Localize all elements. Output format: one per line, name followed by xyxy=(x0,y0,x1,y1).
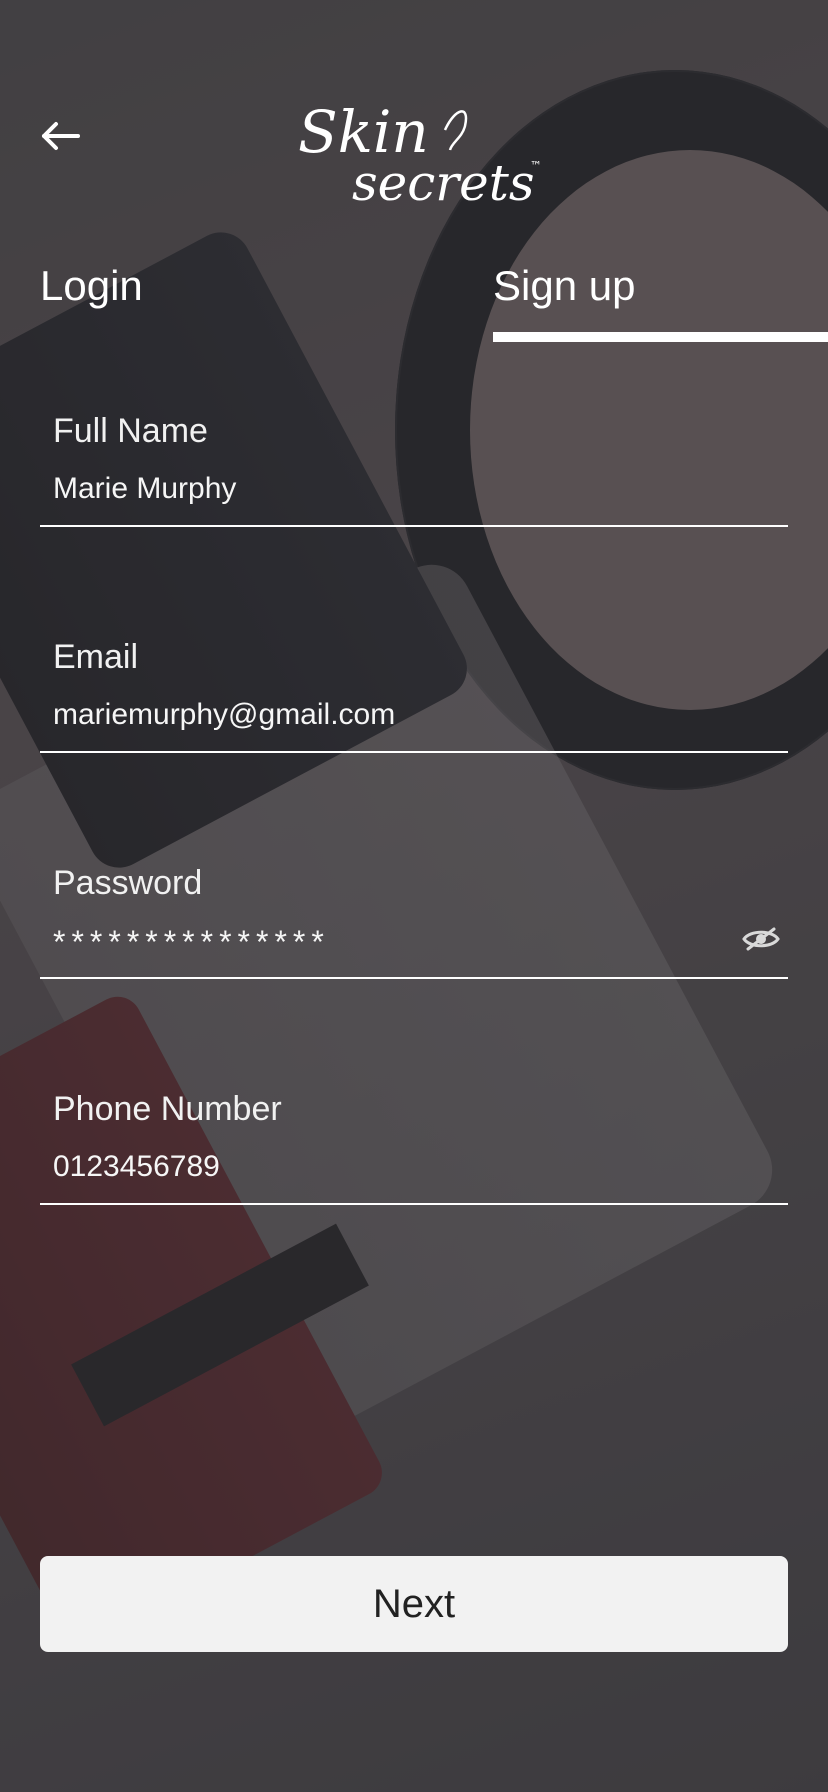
tab-signup[interactable]: Sign up xyxy=(493,262,635,310)
email-underline xyxy=(40,751,788,753)
password-visibility-toggle[interactable] xyxy=(742,926,780,952)
password-underline xyxy=(40,977,788,979)
logo-trademark: ™ xyxy=(530,159,542,173)
logo-line2: secrets xyxy=(352,154,535,212)
arrow-left-icon xyxy=(42,122,80,150)
signup-screen: Skin secrets ™ Login Sign up Full Name M… xyxy=(0,0,828,1792)
next-button[interactable]: Next xyxy=(40,1556,788,1652)
brand-logo-graphic: Skin secrets ™ xyxy=(298,98,542,212)
eye-slash-icon xyxy=(742,927,780,951)
tab-login[interactable]: Login xyxy=(40,262,143,310)
full-name-input[interactable]: Marie Murphy xyxy=(53,472,733,506)
email-input[interactable]: mariemurphy@gmail.com xyxy=(53,698,733,732)
back-button[interactable] xyxy=(36,116,84,156)
full-name-label: Full Name xyxy=(53,412,208,450)
phone-input[interactable]: 0123456789 xyxy=(53,1150,733,1184)
active-tab-indicator xyxy=(493,332,828,342)
logo-swirl-icon xyxy=(443,110,468,151)
password-label: Password xyxy=(53,864,203,902)
password-input[interactable]: *************** xyxy=(53,924,733,961)
phone-label: Phone Number xyxy=(53,1090,282,1128)
phone-underline xyxy=(40,1203,788,1205)
full-name-underline xyxy=(40,525,788,527)
brand-logo: Skin secrets ™ xyxy=(280,90,550,220)
email-label: Email xyxy=(53,638,139,676)
